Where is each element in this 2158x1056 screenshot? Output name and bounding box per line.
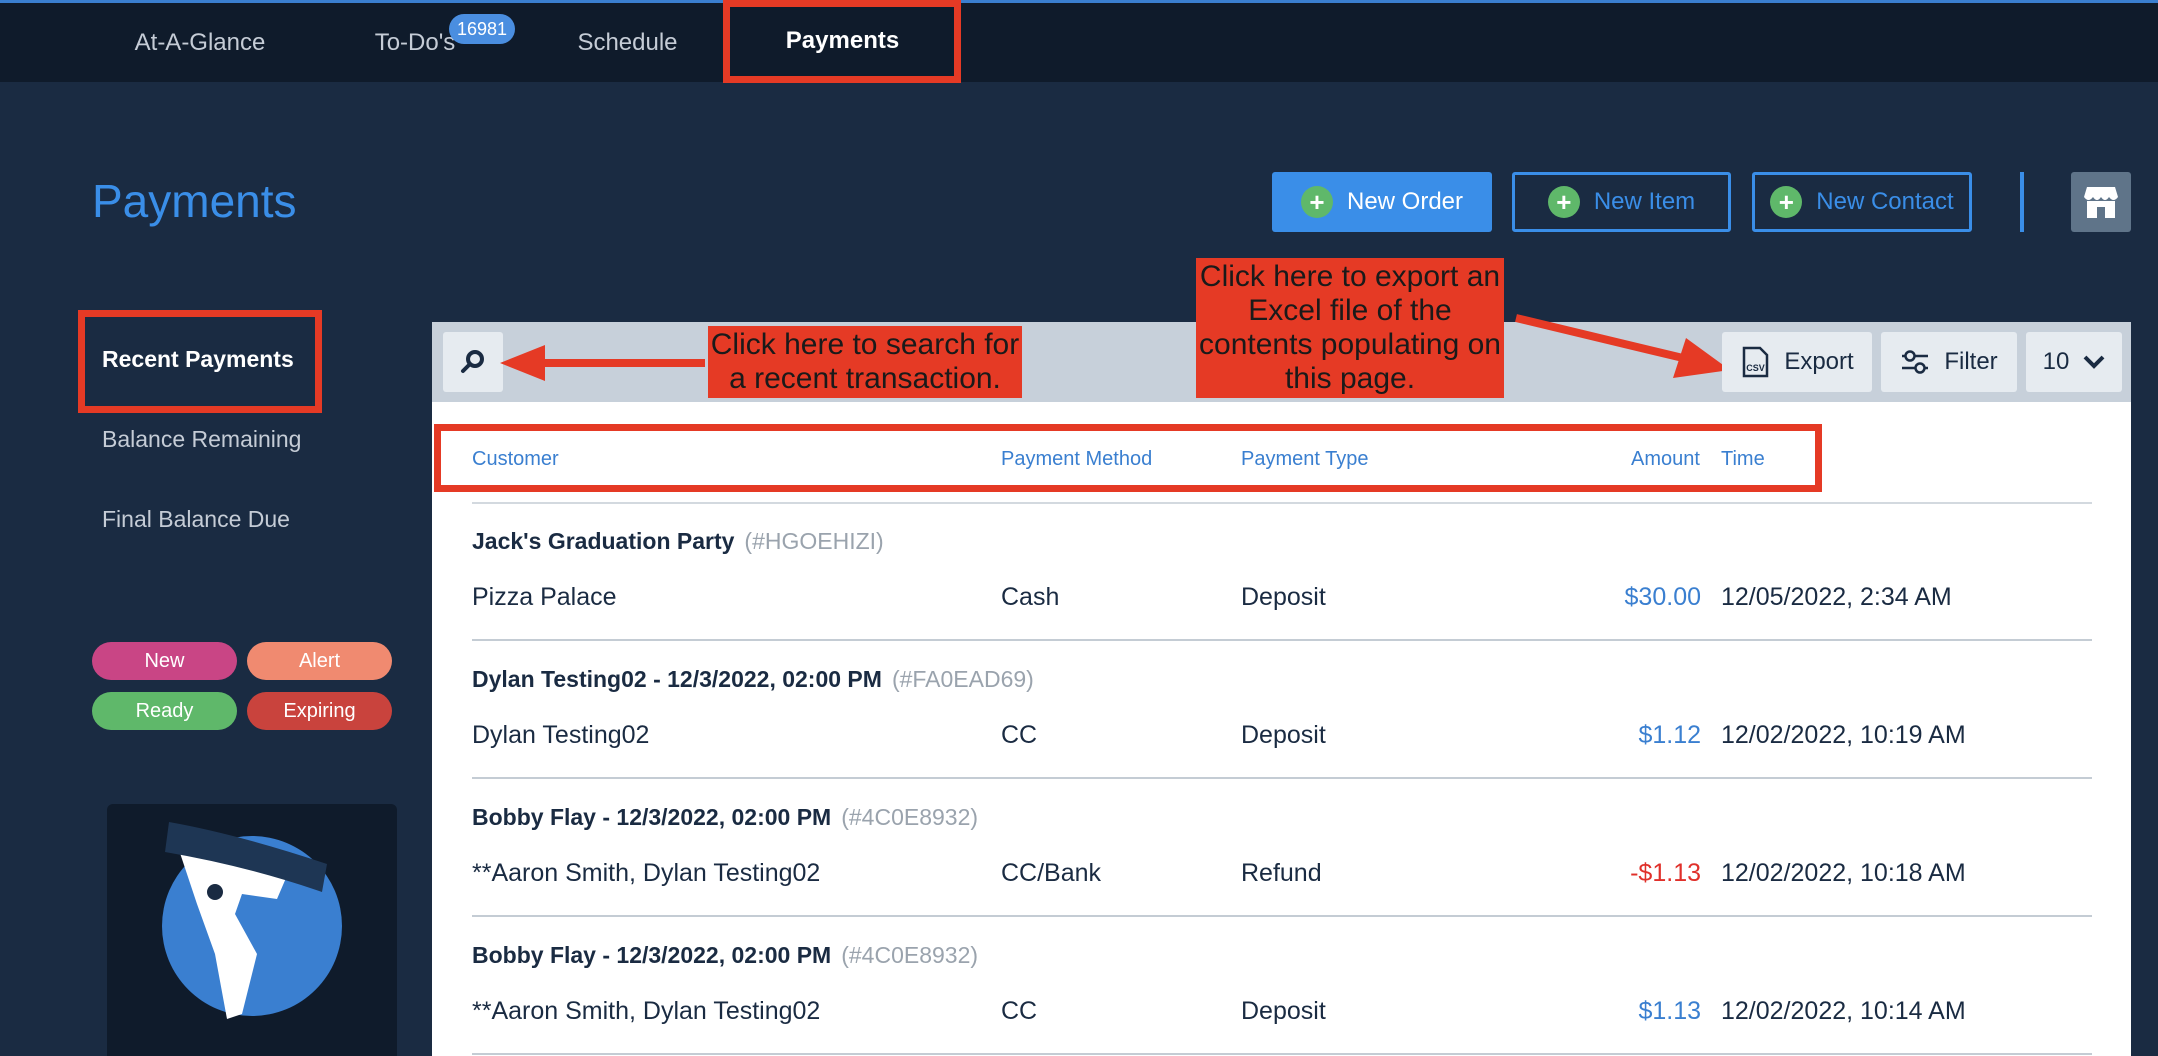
order-title[interactable]: Dylan Testing02 - 12/3/2022, 02:00 PM (#F… xyxy=(472,666,1034,693)
order-title[interactable]: Bobby Flay - 12/3/2022, 02:00 PM (#4C0E89… xyxy=(472,804,978,831)
payment-time: 12/02/2022, 10:18 AM xyxy=(1721,859,1966,887)
order-title[interactable]: Bobby Flay - 12/3/2022, 02:00 PM (#4C0E89… xyxy=(472,942,978,969)
payment-customer: Pizza Palace xyxy=(472,583,617,611)
new-order-label: New Order xyxy=(1346,188,1464,215)
plus-icon: + xyxy=(1770,186,1803,218)
sidebar-item-recent-payments[interactable]: Recent Payments xyxy=(102,346,294,373)
payment-time: 12/02/2022, 10:14 AM xyxy=(1721,997,1966,1025)
new-contact-label: New Contact xyxy=(1816,188,1954,215)
legend-ready: Ready xyxy=(92,692,237,730)
sliders-icon xyxy=(1902,350,1929,374)
order-code: (#4C0E8932) xyxy=(841,942,979,968)
order-code: (#HGOEHIZI) xyxy=(744,528,884,554)
brand-logo xyxy=(107,804,397,1056)
scanner-logo-icon xyxy=(162,822,342,1019)
column-header-customer[interactable]: Customer xyxy=(472,448,559,471)
payment-method: CC xyxy=(1001,721,1038,749)
payment-amount: $1.13 xyxy=(1638,997,1701,1025)
payment-type: Deposit xyxy=(1241,997,1326,1025)
filter-label: Filter xyxy=(1944,348,1998,375)
row-divider xyxy=(472,915,2092,917)
payment-amount: -$1.13 xyxy=(1630,859,1701,887)
new-item-label: New Item xyxy=(1593,188,1696,215)
tab-schedule[interactable]: Schedule xyxy=(555,6,700,80)
payment-customer: **Aaron Smith, Dylan Testing02 xyxy=(472,997,821,1025)
page-size-value: 10 xyxy=(2042,348,2070,375)
export-annotation: Click here to export an Excel file of th… xyxy=(1196,258,1504,398)
search-icon xyxy=(461,350,484,373)
sidebar-item-final-balance-due[interactable]: Final Balance Due xyxy=(102,506,290,533)
export-label: Export xyxy=(1784,348,1854,375)
top-nav: At-A-Glance To-Do's 16981 Schedule Payme… xyxy=(0,0,2158,82)
legend-expiring: Expiring xyxy=(247,692,392,730)
order-code: (#FA0EAD69) xyxy=(891,666,1034,692)
new-order-button[interactable]: + New Order xyxy=(1272,172,1492,232)
search-annotation-arrow xyxy=(500,345,705,381)
sidebar-item-balance-remaining[interactable]: Balance Remaining xyxy=(102,426,301,453)
plus-icon: + xyxy=(1547,186,1580,218)
column-header-amount[interactable]: Amount xyxy=(1631,448,1700,471)
header-divider xyxy=(2020,172,2024,232)
export-button[interactable]: CSV Export xyxy=(1722,332,1872,392)
export-annotation-arrow xyxy=(1515,314,1730,378)
payment-method: CC/Bank xyxy=(1001,859,1102,887)
row-divider xyxy=(472,639,2092,641)
new-item-button[interactable]: + New Item xyxy=(1512,172,1731,232)
storefront-icon xyxy=(2084,187,2118,218)
payment-type: Deposit xyxy=(1241,721,1326,749)
payment-customer: **Aaron Smith, Dylan Testing02 xyxy=(472,859,821,887)
payment-method: Cash xyxy=(1001,583,1060,611)
payment-amount: $30.00 xyxy=(1624,583,1701,611)
page-size-select[interactable]: 10 xyxy=(2026,332,2122,392)
column-header-payment-type[interactable]: Payment Type xyxy=(1241,448,1368,471)
payment-customer: Dylan Testing02 xyxy=(472,721,650,749)
tab-payments[interactable]: Payments xyxy=(735,6,950,80)
svg-text:CSV: CSV xyxy=(1747,363,1766,373)
row-divider xyxy=(472,777,2092,779)
payment-type: Deposit xyxy=(1241,583,1326,611)
payment-method: CC xyxy=(1001,997,1038,1025)
payment-amount: $1.12 xyxy=(1638,721,1701,749)
search-annotation: Click here to search for a recent transa… xyxy=(708,326,1022,398)
filter-button[interactable]: Filter xyxy=(1881,332,2017,392)
chevron-down-icon xyxy=(2083,355,2105,369)
table-header-divider xyxy=(472,502,2092,504)
payment-time: 12/02/2022, 10:19 AM xyxy=(1721,721,1966,749)
column-header-time[interactable]: Time xyxy=(1721,448,1765,471)
page-title: Payments xyxy=(92,175,297,227)
payment-time: 12/05/2022, 2:34 AM xyxy=(1721,583,1952,611)
search-button[interactable] xyxy=(443,332,503,392)
payment-type: Refund xyxy=(1241,859,1322,887)
tab-at-a-glance[interactable]: At-A-Glance xyxy=(100,6,300,80)
csv-file-icon: CSV xyxy=(1743,346,1769,378)
new-contact-button[interactable]: + New Contact xyxy=(1752,172,1972,232)
storefront-button[interactable] xyxy=(2071,172,2131,232)
plus-icon: + xyxy=(1300,186,1333,218)
legend-new: New xyxy=(92,642,237,680)
order-code: (#4C0E8932) xyxy=(841,804,979,830)
row-divider xyxy=(472,1053,2092,1055)
legend-alert: Alert xyxy=(247,642,392,680)
order-title[interactable]: Jack's Graduation Party (#HGOEHIZI) xyxy=(472,528,884,555)
todo-count-badge: 16981 xyxy=(449,14,516,44)
column-header-payment-method[interactable]: Payment Method xyxy=(1001,448,1152,471)
